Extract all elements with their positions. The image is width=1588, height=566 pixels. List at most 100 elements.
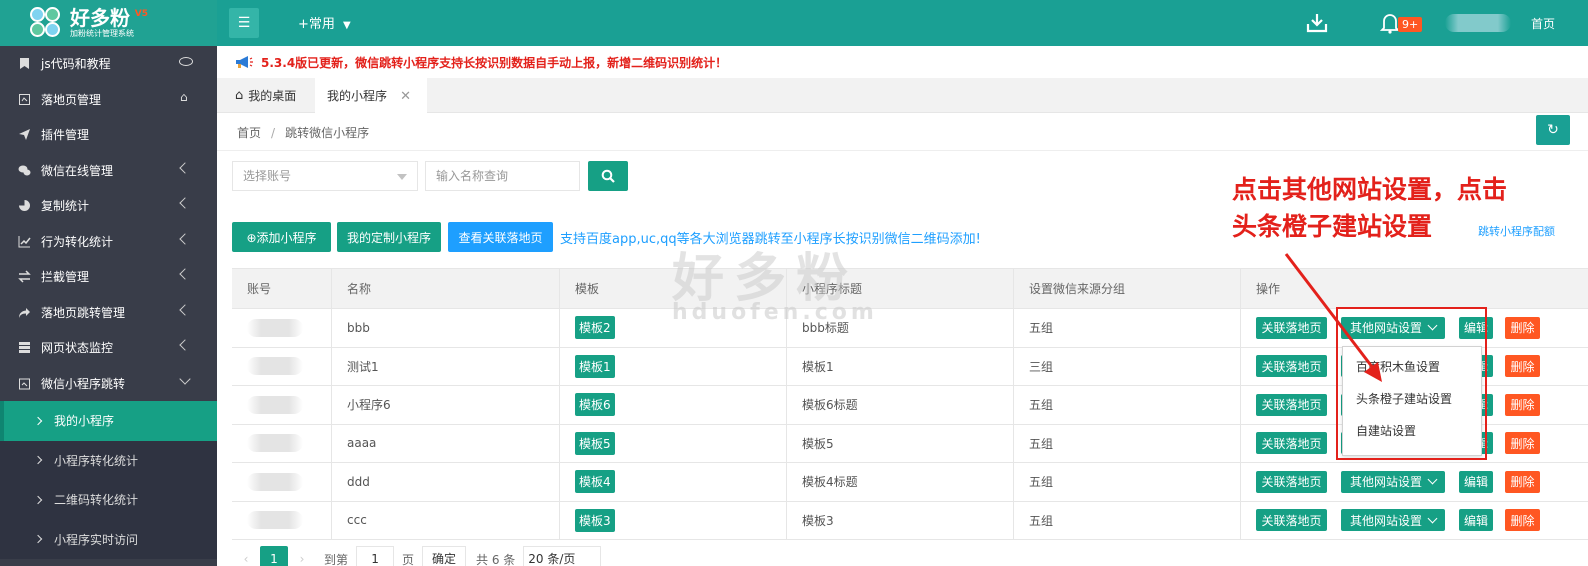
delete-button[interactable]: 删除 (1505, 316, 1540, 339)
breadcrumb-home[interactable]: 首页 (237, 126, 261, 140)
user-avatar[interactable] (1445, 14, 1511, 32)
refresh-button[interactable]: ↻ (1536, 115, 1570, 145)
page-icon (18, 93, 31, 106)
operations-cell: 关联落地页 其他网站设置 编辑 删除 (1241, 502, 1588, 540)
column-header: 设置微信来源分组 (1014, 269, 1241, 308)
template-badge: 模板2 (575, 316, 615, 340)
add-miniprogram-button[interactable]: ⊕添加小程序 (232, 222, 331, 252)
common-menu[interactable]: +常用 ▼ (298, 13, 351, 32)
menu-toggle-button[interactable]: ☰ (229, 8, 259, 38)
account-select[interactable]: 选择账号 (232, 161, 418, 191)
redacted-account (247, 511, 303, 530)
sidebar-item-js-code[interactable]: js代码和教程 (0, 46, 217, 82)
annotation-arrow-icon (1284, 253, 1382, 382)
tab-my-desktop[interactable]: ⌂ 我的桌面 (227, 78, 304, 113)
table-row: ddd 模板4 模板4标题 五组 关联落地页 其他网站设置 编辑 删除 (232, 463, 1588, 502)
title-cell: 模板4标题 (787, 463, 1014, 501)
delete-button[interactable]: 删除 (1505, 509, 1540, 532)
name-cell: 测试1 (332, 347, 560, 385)
notification-badge: 9+ (1398, 17, 1423, 32)
custom-miniprogram-button[interactable]: 我的定制小程序 (337, 222, 441, 252)
home-icon: ⌂ (180, 89, 188, 104)
search-button[interactable] (588, 161, 628, 191)
logo[interactable]: 好多粉 V5 加粉统计管理系统 (0, 0, 217, 46)
link-landing-button[interactable]: 关联落地页 (1256, 432, 1327, 455)
sidebar-sub-label: 小程序转化统计 (54, 453, 139, 468)
account-select-placeholder: 选择账号 (243, 169, 292, 183)
other-site-settings-button[interactable]: 其他网站设置 (1341, 470, 1445, 493)
notice-text: 5.3.4版已更新，微信跳转小程序支持长按识别数据自手动上报，新增二维码识别统计… (261, 55, 728, 70)
edit-button[interactable]: 编辑 (1459, 509, 1493, 532)
template-cell: 模板3 (560, 501, 787, 539)
share-icon (18, 306, 31, 319)
sidebar-item-wechat-online[interactable]: 微信在线管理 (0, 153, 217, 189)
title-cell: 模板6标题 (787, 386, 1014, 424)
download-icon[interactable] (1306, 12, 1328, 34)
redacted-account (247, 434, 303, 453)
logo-subtitle: 加粉统计管理系统 (70, 29, 134, 38)
sidebar-item-landing-redirect[interactable]: 落地页跳转管理 (0, 295, 217, 331)
breadcrumb-separator: / (271, 126, 276, 140)
table-row: ccc 模板3 模板3 五组 关联落地页 其他网站设置 编辑 删除 (232, 501, 1588, 540)
common-menu-label: +常用 (298, 17, 335, 32)
sidebar-item-label: 复制统计 (41, 199, 90, 214)
sidebar-item-miniprogram[interactable]: 微信小程序跳转 (0, 366, 217, 402)
name-search-input[interactable] (425, 161, 580, 191)
sidebar-item-landing-page[interactable]: 落地页管理 ⌂ (0, 82, 217, 118)
clover-logo-icon (28, 5, 64, 41)
delete-button[interactable]: 删除 (1505, 432, 1540, 455)
template-cell: 模板5 (560, 424, 787, 462)
title-cell: bbb标题 (787, 309, 1014, 347)
annotation-line-2: 头条橙子建站设置 (1232, 212, 1433, 241)
goto-page-input[interactable]: 1 (356, 546, 395, 566)
current-page[interactable]: 1 (260, 546, 288, 566)
sidebar-sub-miniprogram-stats[interactable]: 小程序转化统计 (0, 440, 217, 480)
sidebar-item-intercept[interactable]: 拦截管理 (0, 259, 217, 295)
group-cell: 五组 (1014, 463, 1241, 501)
promo-text: 支持百度app,uc,qq等各大浏览器跳转至小程序长按识别微信二维码添加! (560, 232, 981, 247)
bell-icon[interactable] (1380, 12, 1400, 34)
eye-icon (179, 57, 193, 66)
sidebar-item-plugins[interactable]: 插件管理 (0, 117, 217, 153)
template-badge: 模板5 (575, 431, 615, 455)
operations-cell: 关联落地页 其他网站设置 编辑 删除 (1241, 463, 1588, 501)
delete-button[interactable]: 删除 (1505, 470, 1540, 493)
group-cell: 五组 (1014, 309, 1241, 347)
redacted-account (247, 357, 303, 376)
link-landing-button[interactable]: 关联落地页 (1256, 509, 1327, 532)
next-page-icon[interactable]: › (288, 552, 316, 566)
chevron-right-icon (33, 495, 43, 504)
other-site-settings-button[interactable]: 其他网站设置 (1341, 509, 1445, 532)
name-cell: bbb (332, 309, 560, 347)
chevron-left-icon (179, 232, 191, 245)
page-size-select[interactable]: 20 条/页 (523, 546, 602, 566)
column-header: 名称 (332, 269, 560, 308)
sidebar-item-page-monitor[interactable]: 网页状态监控 (0, 330, 217, 366)
tab-label: 我的小程序 (327, 88, 388, 103)
account-cell (232, 386, 332, 424)
delete-button[interactable]: 删除 (1505, 393, 1540, 416)
delete-button[interactable]: 删除 (1505, 355, 1540, 378)
sidebar-item-conversion-stats[interactable]: 行为转化统计 (0, 224, 217, 260)
sidebar-sub-realtime-visits[interactable]: 小程序实时访问 (0, 519, 217, 559)
header-home-link[interactable]: 首页 (1531, 15, 1555, 32)
line-chart-icon (18, 235, 31, 248)
send-icon (18, 128, 31, 141)
caret-down-icon (397, 174, 407, 180)
tab-my-miniprogram[interactable]: 我的小程序 ✕ (315, 78, 427, 113)
sidebar-sub-qrcode-stats[interactable]: 二维码转化统计 (0, 480, 217, 520)
link-landing-button[interactable]: 关联落地页 (1256, 393, 1327, 416)
edit-button[interactable]: 编辑 (1459, 470, 1493, 493)
sidebar-item-copy-stats[interactable]: 复制统计 (0, 188, 217, 224)
template-badge: 模板6 (575, 393, 615, 417)
account-cell (232, 463, 332, 501)
sidebar-item-label: 微信在线管理 (41, 163, 114, 178)
template-badge: 模板1 (575, 354, 615, 378)
link-landing-button[interactable]: 关联落地页 (1256, 470, 1327, 493)
prev-page-icon[interactable]: ‹ (232, 552, 260, 566)
close-icon[interactable]: ✕ (400, 89, 411, 104)
goto-confirm-button[interactable]: 确定 (422, 546, 467, 566)
sidebar-sub-my-miniprogram[interactable]: 我的小程序 (0, 401, 217, 441)
view-linked-pages-button[interactable]: 查看关联落地页 (448, 222, 553, 252)
chevron-down-icon (179, 372, 191, 385)
